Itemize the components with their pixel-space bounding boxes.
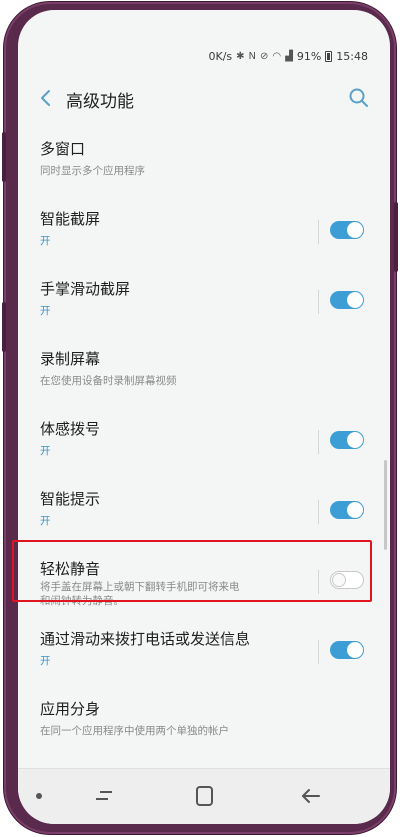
back-icon[interactable] <box>300 785 322 807</box>
bixby-button <box>2 302 6 352</box>
setting-title: 体感拨号 <box>40 420 101 438</box>
setting-subtitle: 开 <box>40 235 51 247</box>
volume-button <box>2 132 6 182</box>
settings-list: 多窗口 同时显示多个应用程序 智能截屏 开 手掌滑动截屏 开 录制屏幕 在您使用… <box>18 128 390 758</box>
setting-subtitle: 在您使用设备时录制屏幕视频 <box>40 375 177 387</box>
setting-subtitle: 同时显示多个应用程序 <box>40 165 145 177</box>
app-bar: 高级功能 <box>18 76 390 120</box>
toggle-switch[interactable] <box>330 501 364 519</box>
setting-subtitle: 开 <box>40 655 51 667</box>
setting-smart-alert[interactable]: 智能提示 开 <box>18 478 390 548</box>
setting-title: 应用分身 <box>40 700 101 718</box>
divider <box>318 430 319 454</box>
search-icon[interactable] <box>348 87 370 109</box>
scrollbar[interactable] <box>384 460 387 550</box>
navigation-bar <box>18 768 390 824</box>
setting-dual-messenger[interactable]: 应用分身 在同一个应用程序中使用两个单独的帐户 <box>18 688 390 758</box>
divider <box>318 640 319 664</box>
toggle-switch[interactable] <box>330 431 364 449</box>
recent-apps-icon[interactable] <box>94 787 114 805</box>
back-arrow-icon[interactable] <box>36 86 56 110</box>
home-icon[interactable] <box>196 786 213 806</box>
divider <box>318 220 319 244</box>
divider <box>318 500 319 524</box>
divider <box>318 290 319 314</box>
page-title: 高级功能 <box>66 92 134 112</box>
highlight-box <box>12 540 372 602</box>
setting-title: 智能提示 <box>40 490 101 508</box>
phone-frame: 0K/s ✱ N ⊘ ◠ ▟ 91% 15:48 高级功能 多窗口 同时显示多个… <box>2 2 398 834</box>
setting-title: 多窗口 <box>40 140 86 158</box>
power-button <box>394 202 398 272</box>
wifi-icon: ◠ <box>272 50 282 62</box>
setting-title: 智能截屏 <box>40 210 101 228</box>
nfc-icon: N <box>248 50 257 62</box>
setting-subtitle: 开 <box>40 445 51 457</box>
setting-direct-call[interactable]: 体感拨号 开 <box>18 408 390 478</box>
toggle-switch[interactable] <box>330 641 364 659</box>
setting-swipe-to-call[interactable]: 通过滑动来拨打电话或发送信息 开 <box>18 618 390 688</box>
battery-percent: 91% <box>296 49 322 63</box>
setting-palm-swipe-capture[interactable]: 手掌滑动截屏 开 <box>18 268 390 338</box>
setting-title: 手掌滑动截屏 <box>40 280 131 298</box>
setting-multi-window[interactable]: 多窗口 同时显示多个应用程序 <box>18 128 390 198</box>
screen: 0K/s ✱ N ⊘ ◠ ▟ 91% 15:48 高级功能 多窗口 同时显示多个… <box>18 10 390 824</box>
battery-icon <box>325 50 333 62</box>
mute-icon: ⊘ <box>260 50 269 62</box>
nav-dot-icon[interactable] <box>36 793 42 799</box>
setting-subtitle: 开 <box>40 515 51 527</box>
toggle-switch[interactable] <box>330 221 364 239</box>
toggle-switch[interactable] <box>330 291 364 309</box>
setting-smart-capture[interactable]: 智能截屏 开 <box>18 198 390 268</box>
signal-icon: ▟ <box>285 50 293 62</box>
setting-subtitle: 在同一个应用程序中使用两个单独的帐户 <box>40 725 229 737</box>
bluetooth-icon: ✱ <box>236 50 245 62</box>
setting-screen-recorder[interactable]: 录制屏幕 在您使用设备时录制屏幕视频 <box>18 338 390 408</box>
status-bar: 0K/s ✱ N ⊘ ◠ ▟ 91% 15:48 <box>18 44 390 68</box>
setting-title: 通过滑动来拨打电话或发送信息 <box>40 630 251 648</box>
setting-subtitle: 开 <box>40 305 51 317</box>
clock: 15:48 <box>336 49 368 63</box>
network-speed: 0K/s <box>208 49 233 63</box>
setting-title: 录制屏幕 <box>40 350 101 368</box>
